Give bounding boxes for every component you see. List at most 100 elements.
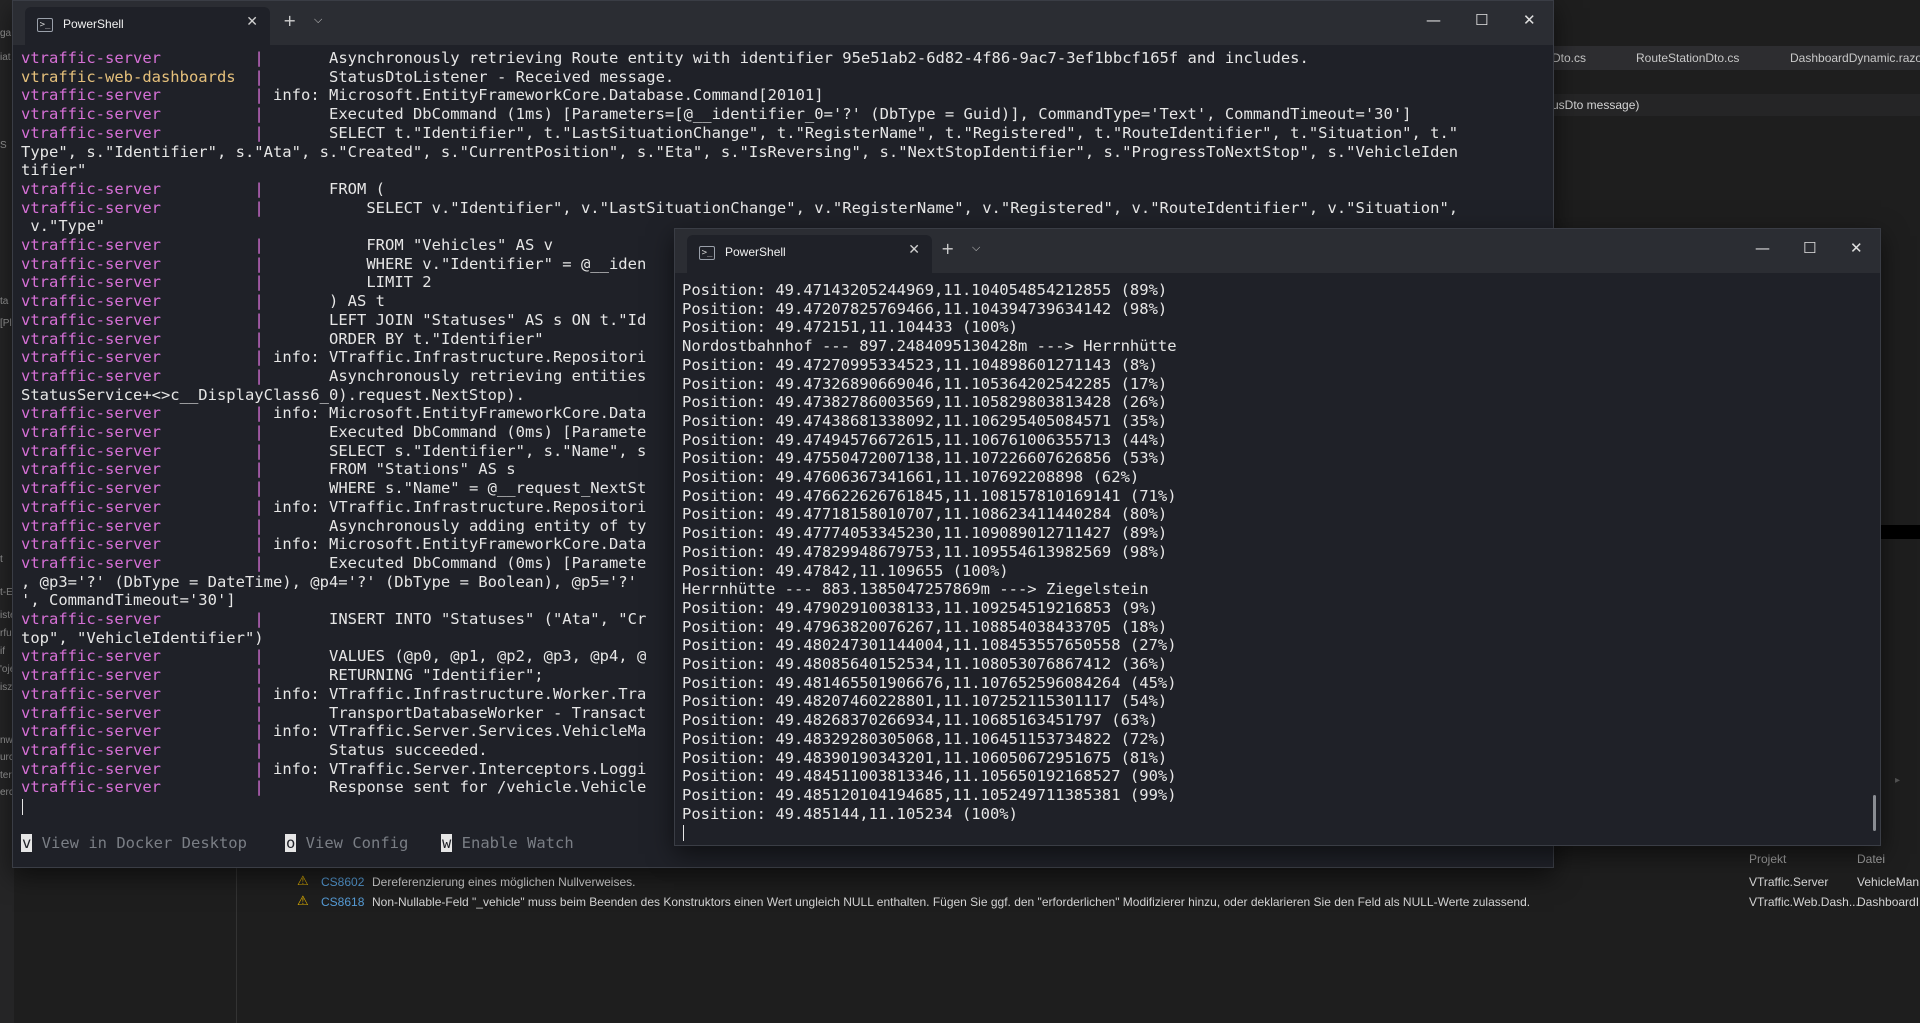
minimize-button[interactable]: — bbox=[1755, 239, 1770, 257]
maximize-button[interactable]: ☐ bbox=[1803, 239, 1816, 257]
error-list-col-file[interactable]: Datei bbox=[1857, 848, 1885, 870]
terminal-line: vtraffic-server | info: VTraffic.Server.… bbox=[21, 760, 646, 779]
terminal-line: vtraffic-server | FROM ( bbox=[21, 180, 385, 199]
log-text: Executed DbCommand (0ms) [Paramete bbox=[273, 423, 647, 441]
new-tab-button[interactable]: + bbox=[941, 239, 954, 258]
log-separator: | bbox=[254, 254, 264, 273]
service-name: vtraffic-server bbox=[21, 722, 161, 741]
terminal-line: vtraffic-server | RETURNING "Identifier"… bbox=[21, 666, 544, 685]
terminal-line: vtraffic-server | FROM "Vehicles" AS v bbox=[21, 236, 553, 255]
file-tab[interactable]: Dto.cs bbox=[1552, 46, 1586, 70]
terminal-line: Position: 49.481465501906676,11.10765259… bbox=[682, 673, 1177, 692]
log-separator: | bbox=[254, 310, 264, 329]
terminal-line: vtraffic-server | LEFT JOIN "Statuses" A… bbox=[21, 311, 646, 330]
window-titlebar[interactable]: >_ PowerShell ✕ + ⌵ — ☐ ✕ bbox=[13, 1, 1553, 45]
footer-shortcut[interactable]: w Enable Watch bbox=[441, 834, 574, 853]
terminal-scrollbar[interactable] bbox=[1873, 795, 1876, 831]
log-text: FROM ( bbox=[273, 179, 385, 198]
log-text: WHERE v."Identifier" = @__iden bbox=[273, 254, 647, 273]
service-name: vtraffic-server bbox=[21, 123, 161, 142]
minimize-button[interactable]: — bbox=[1426, 11, 1441, 29]
shortcut-key: w bbox=[441, 834, 453, 853]
log-separator: | bbox=[254, 236, 264, 254]
error-file: DashboardI bbox=[1857, 895, 1920, 909]
log-text: WHERE s."Name" = @__request_NextSt bbox=[273, 479, 647, 498]
file-tab[interactable]: DashboardDynamic.razor bbox=[1790, 46, 1920, 70]
error-code[interactable]: CS8602 bbox=[321, 872, 364, 892]
window-titlebar[interactable]: >_ PowerShell ✕ + ⌵ — ☐ ✕ bbox=[675, 229, 1880, 273]
log-separator: | bbox=[254, 535, 264, 554]
footer-shortcut[interactable]: o View Config bbox=[285, 834, 408, 853]
terminal-line: vtraffic-server | INSERT INTO "Statuses"… bbox=[21, 610, 646, 629]
error-row[interactable]: ⚠ CS8618 Non-Nullable-Feld "_vehicle" mu… bbox=[237, 892, 1920, 912]
error-list-col-project[interactable]: Projekt bbox=[1749, 848, 1786, 870]
log-text: info: VTraffic.Infrastructure.Repositori bbox=[273, 497, 647, 516]
tab-dropdown-icon[interactable]: ⌵ bbox=[314, 13, 322, 27]
terminal-line: vtraffic-web-dashboards | StatusDtoListe… bbox=[21, 68, 674, 87]
log-text: StatusService+<>c__DisplayClass6_0).requ… bbox=[21, 385, 525, 404]
shortcut-key: v bbox=[21, 834, 33, 853]
terminal-line: vtraffic-server | TransportDatabaseWorke… bbox=[21, 704, 646, 723]
service-name: vtraffic-server bbox=[21, 105, 161, 124]
service-name: vtraffic-server bbox=[21, 479, 161, 498]
close-tab-icon[interactable]: ✕ bbox=[908, 242, 920, 258]
terminal-line: v."Type" bbox=[21, 217, 105, 236]
terminal-tab[interactable]: >_ PowerShell ✕ bbox=[687, 235, 932, 273]
close-tab-icon[interactable]: ✕ bbox=[246, 14, 258, 30]
terminal-line: Herrnhütte --- 883.1385047257869m ---> Z… bbox=[682, 580, 1149, 599]
log-separator: | bbox=[254, 105, 264, 124]
log-separator: | bbox=[254, 86, 264, 105]
log-text: LEFT JOIN "Statuses" AS s ON t."Id bbox=[273, 310, 647, 329]
service-name: vtraffic-server bbox=[21, 329, 161, 348]
terminal-line: vtraffic-server | FROM "Stations" AS s bbox=[21, 460, 516, 479]
service-name: vtraffic-server bbox=[21, 366, 161, 385]
log-text: info: VTraffic.Infrastructure.Repositori bbox=[273, 348, 647, 367]
close-button[interactable]: ✕ bbox=[1850, 239, 1863, 257]
log-text: info: VTraffic.Server.Services.VehicleMa bbox=[273, 722, 647, 741]
terminal-line: Position: 49.485144,11.105234 (100%) bbox=[682, 804, 1018, 823]
footer-shortcut[interactable]: v View in Docker Desktop bbox=[21, 834, 247, 853]
error-description: Dereferenzierung eines möglichen Nullver… bbox=[372, 875, 636, 889]
terminal-line: Position: 49.47494576672615,11.106761006… bbox=[682, 430, 1168, 449]
maximize-button[interactable]: ☐ bbox=[1475, 11, 1488, 29]
terminal-line: vtraffic-server | info: VTraffic.Infrast… bbox=[21, 498, 646, 517]
terminal-line: vtraffic-server | Response sent for /veh… bbox=[21, 778, 646, 797]
log-text: tifier" bbox=[21, 161, 87, 180]
terminal-line: Position: 49.47963820076267,11.108854038… bbox=[682, 617, 1168, 636]
terminal-tab[interactable]: >_ PowerShell ✕ bbox=[25, 7, 270, 45]
service-name: vtraffic-server bbox=[21, 198, 161, 217]
terminal-line: Position: 49.48207460228801,11.107252115… bbox=[682, 692, 1168, 711]
service-name: vtraffic-server bbox=[21, 460, 161, 479]
terminal-line: vtraffic-server | VALUES (@p0, @p1, @p2,… bbox=[21, 647, 646, 666]
log-text: Response sent for /vehicle.Vehicle bbox=[273, 778, 647, 797]
log-separator: | bbox=[254, 722, 264, 741]
warning-icon: ⚠ bbox=[297, 894, 309, 909]
error-code[interactable]: CS8618 bbox=[321, 892, 364, 912]
terminal-line: vtraffic-server | LIMIT 2 bbox=[21, 273, 432, 292]
shortcut-key: o bbox=[285, 834, 297, 853]
tab-dropdown-icon[interactable]: ⌵ bbox=[972, 241, 980, 255]
error-row[interactable]: ⚠ CS8602 Dereferenzierung eines mögliche… bbox=[237, 872, 1920, 892]
terminal-line: Position: 49.47438681338092,11.106295405… bbox=[682, 411, 1168, 430]
log-text: info: Microsoft.EntityFrameworkCore.Data bbox=[273, 535, 647, 554]
terminal-line: vtraffic-server | info: Microsoft.Entity… bbox=[21, 404, 646, 423]
new-tab-button[interactable]: + bbox=[283, 11, 296, 30]
log-separator: | bbox=[254, 441, 264, 460]
log-separator: | bbox=[254, 684, 264, 703]
service-name: vtraffic-server bbox=[21, 273, 161, 292]
log-text: LIMIT 2 bbox=[273, 273, 432, 292]
close-button[interactable]: ✕ bbox=[1523, 11, 1536, 29]
log-text: ORDER BY t."Identifier" bbox=[273, 329, 544, 348]
terminal-line: vtraffic-server | info: VTraffic.Infrast… bbox=[21, 348, 646, 367]
scroll-right-icon[interactable]: ▸ bbox=[1895, 775, 1900, 786]
log-text: Asynchronously adding entity of ty bbox=[273, 516, 647, 535]
terminal-line: vtraffic-server | ORDER BY t."Identifier… bbox=[21, 330, 544, 349]
service-name: vtraffic-server bbox=[21, 759, 161, 778]
file-tab[interactable]: RouteStationDto.cs bbox=[1636, 46, 1739, 70]
service-name: vtraffic-server bbox=[21, 666, 161, 685]
log-separator: | bbox=[254, 49, 264, 67]
powershell-icon: >_ bbox=[37, 18, 53, 32]
terminal-output[interactable]: Position: 49.47143205244969,11.104054854… bbox=[675, 273, 1880, 845]
log-text: SELECT v."Identifier", v."LastSituationC… bbox=[273, 198, 1459, 217]
terminal-line: vtraffic-server | WHERE v."Identifier" =… bbox=[21, 255, 646, 274]
